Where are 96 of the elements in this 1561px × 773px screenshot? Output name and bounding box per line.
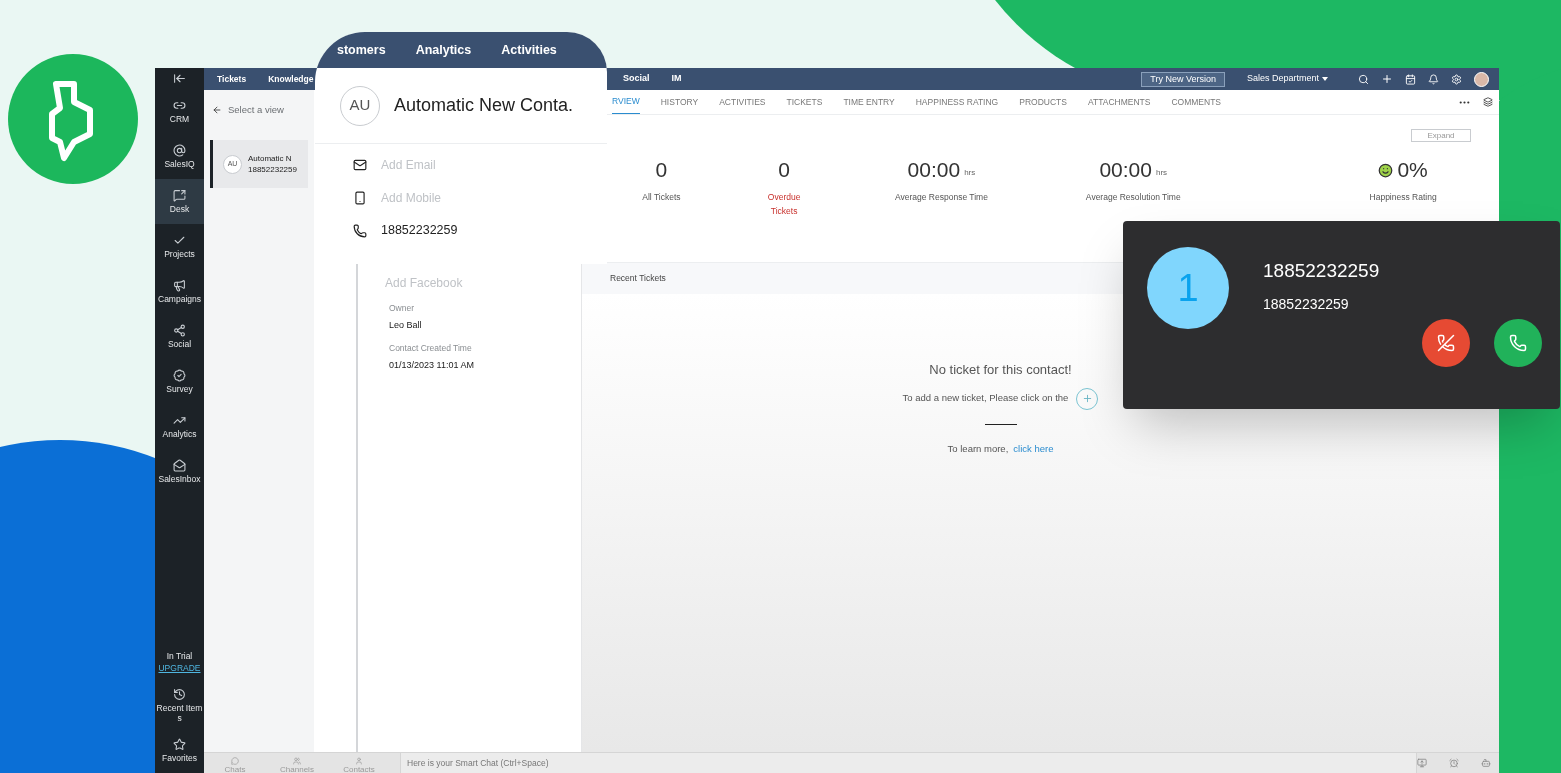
detail-tab[interactable]: HISTORY	[660, 90, 699, 114]
add-icon[interactable]	[1381, 73, 1393, 85]
phone-icon	[353, 223, 367, 238]
calendar-icon[interactable]	[1405, 73, 1416, 85]
caller-number: 18852232259	[1263, 259, 1380, 283]
at-sign-icon	[173, 144, 186, 157]
share-icon	[173, 324, 186, 337]
stat-label: Average Resolution Time	[1085, 191, 1181, 204]
mail-icon	[353, 157, 367, 172]
group-icon	[293, 756, 301, 765]
contact-field[interactable]: Add Email	[381, 155, 551, 174]
view-selector[interactable]: Select a view	[204, 90, 314, 130]
stat-label: Average Response Time	[894, 191, 988, 204]
detail-tab[interactable]: TICKETS	[786, 90, 823, 114]
check-icon	[173, 234, 186, 247]
stat-unit: hrs	[964, 167, 976, 179]
nav-tab[interactable]: IM	[671, 72, 682, 86]
contact-title: Automatic New Conta.	[394, 94, 574, 117]
learn-more-text: To learn more,	[947, 441, 1009, 456]
department-dropdown[interactable]: Sales Department	[1246, 72, 1328, 86]
nav-tab[interactable]: Tickets	[217, 72, 247, 86]
badge-icon	[173, 369, 186, 382]
detail-tab[interactable]: COMMENTS	[1171, 90, 1222, 114]
caller-avatar: 1	[1147, 247, 1229, 329]
nav-tab[interactable]: Analytics	[415, 40, 472, 60]
decline-call-button[interactable]	[1422, 319, 1470, 367]
hang-up-icon	[1437, 334, 1455, 352]
stat-label: Happiness Rating	[1369, 191, 1437, 204]
avatar[interactable]	[1474, 71, 1489, 87]
facebook-field[interactable]: Add Facebook	[385, 274, 555, 292]
notification-icon[interactable]	[1428, 73, 1439, 85]
contact-name: Automatic N	[248, 153, 293, 164]
try-new-version-button[interactable]: Try New Version	[1141, 71, 1225, 87]
caller-subtitle: 18852232259	[1263, 294, 1350, 314]
chat-pen-icon	[173, 189, 186, 202]
sidebar-item[interactable]: Social	[155, 314, 204, 359]
person-icon	[355, 756, 363, 765]
mobile-icon	[353, 190, 367, 205]
trial-label: In Trial	[166, 649, 193, 663]
detail-tab[interactable]: ATTACHMENTS	[1087, 90, 1151, 114]
collapse-icon[interactable]	[173, 72, 186, 85]
stat-value: 00:00	[1099, 158, 1152, 182]
link-icon	[173, 99, 186, 112]
empty-state-hint: To add a new ticket, Please click on the	[902, 391, 1069, 406]
history-icon	[173, 688, 186, 701]
nav-tab[interactable]: Social	[623, 72, 650, 86]
phone-icon	[1509, 334, 1527, 352]
megaphone-icon	[173, 279, 186, 292]
click-here-link[interactable]: click here	[1013, 441, 1054, 456]
empty-state-title: No ticket for this contact!	[929, 361, 1072, 379]
stat-value: 0	[655, 158, 668, 182]
sidebar-item[interactable]: Analytics	[155, 404, 204, 449]
stat-value: 0%	[1397, 158, 1428, 182]
sidebar-item[interactable]: Desk	[155, 179, 204, 224]
chat-bubble-icon	[231, 756, 239, 765]
nav-tab[interactable]: stomers	[337, 40, 386, 60]
sidebar-item[interactable]: SalesIQ	[155, 134, 204, 179]
stat-label: All Tickets	[642, 191, 681, 204]
layers-icon[interactable]	[1483, 97, 1493, 107]
search-icon[interactable]	[1358, 73, 1369, 85]
smiley-icon	[1378, 163, 1394, 178]
stat-value: 0	[778, 158, 790, 182]
sidebar-item[interactable]: SalesInbox	[155, 449, 204, 494]
back-arrow-icon[interactable]	[212, 105, 222, 115]
sidebar-item[interactable]: Projects	[155, 224, 204, 269]
sidebar-item[interactable]: Campaigns	[155, 269, 204, 314]
smart-chat-field[interactable]: Here is your Smart Chat (Ctrl+Space)	[400, 753, 1417, 773]
info-value: Leo Ball	[389, 318, 423, 332]
star-icon	[173, 738, 186, 751]
contact-phone: 18852232259	[248, 164, 297, 175]
plus-icon	[1081, 393, 1093, 404]
sidebar-item[interactable]: Survey	[155, 359, 204, 404]
detail-tab[interactable]: TIME ENTRY	[843, 90, 895, 114]
sidebar-item[interactable]: Recent Items	[155, 683, 204, 728]
nav-tab[interactable]: Knowledge	[268, 72, 314, 86]
sidebar-item[interactable]: CRM	[155, 89, 204, 134]
detail-tab[interactable]: HAPPINESS RATING	[915, 90, 999, 114]
nav-tab[interactable]: Activities	[501, 40, 557, 60]
detail-tab[interactable]: PRODUCTS	[1019, 90, 1067, 114]
stat-value: 00:00	[907, 158, 961, 182]
detail-tab[interactable]: ACTIVITIES	[719, 90, 766, 114]
stat-unit: hrs	[1156, 167, 1168, 179]
info-label: Owner	[389, 302, 416, 315]
accept-call-button[interactable]	[1494, 319, 1542, 367]
info-label: Contact Created Time	[389, 342, 473, 355]
stat-label: Overdue Tickets	[766, 191, 802, 218]
app-logo-icon	[8, 54, 138, 184]
upgrade-link[interactable]: UPGRADE	[158, 662, 201, 675]
sidebar-item[interactable]: Favorites	[155, 728, 204, 773]
envelope-icon	[173, 459, 186, 472]
phone-number: 18852232259	[381, 222, 458, 240]
contact-field[interactable]: Add Mobile	[381, 188, 551, 207]
trend-icon	[173, 414, 186, 427]
info-value: 01/13/2023 11:01 AM	[389, 359, 475, 372]
detail-tab[interactable]: RVIEW	[612, 90, 640, 114]
settings-icon[interactable]	[1451, 73, 1462, 85]
